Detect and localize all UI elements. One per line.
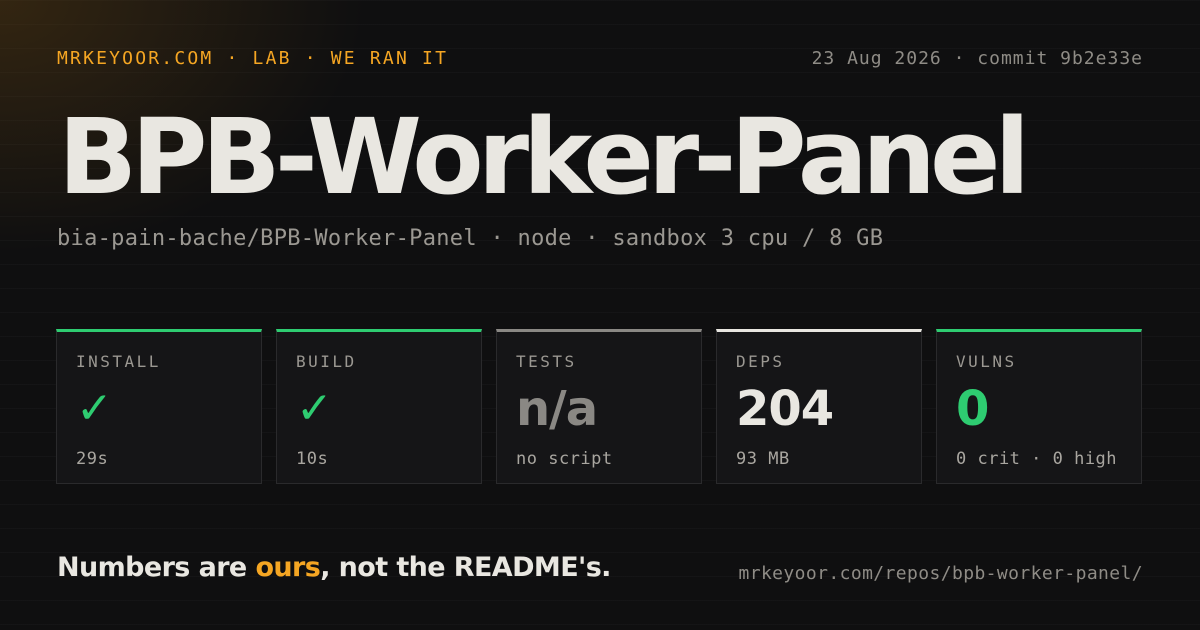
tagline-pre: Numbers are (57, 552, 256, 583)
stat-card-install: INSTALL ✓ 29s (56, 329, 262, 484)
stat-card-tests: TESTS n/a no script (496, 329, 702, 484)
stat-label: VULNS (956, 352, 1017, 371)
stat-label: INSTALL (76, 352, 161, 371)
stat-detail: 93 MB (736, 449, 790, 469)
stats-cards: INSTALL ✓ 29s BUILD ✓ 10s TESTS n/a no s… (56, 329, 1142, 484)
stat-value: 204 (736, 381, 834, 437)
stat-card-build: BUILD ✓ 10s (276, 329, 482, 484)
tagline-post: , not the README's. (320, 552, 611, 583)
stat-value: n/a (516, 381, 598, 437)
tagline: Numbers are ours, not the README's. (57, 552, 611, 583)
repo-subtitle: bia-pain-bache/BPB-Worker-Panel · node ·… (57, 226, 884, 251)
stat-detail: no script (516, 449, 613, 469)
repo-title: BPB-Worker-Panel (58, 96, 1030, 218)
checkmark-icon: ✓ (76, 383, 113, 434)
stat-label: BUILD (296, 352, 357, 371)
stat-detail: 29s (76, 449, 109, 469)
tagline-accent: ours (255, 552, 321, 583)
stat-detail: 0 crit · 0 high (956, 449, 1118, 469)
background (0, 0, 1200, 630)
date-commit-meta: 23 Aug 2026 · commit 9b2e33e (811, 48, 1143, 69)
checkmark-icon: ✓ (296, 383, 333, 434)
stat-detail: 10s (296, 449, 329, 469)
stat-card-vulns: VULNS 0 0 crit · 0 high (936, 329, 1142, 484)
brand-label: MRKEYOOR.COM · LAB · WE RAN IT (57, 48, 449, 69)
stat-label: DEPS (736, 352, 785, 371)
stat-card-deps: DEPS 204 93 MB (716, 329, 922, 484)
stat-value: 0 (956, 381, 989, 437)
repo-url: mrkeyoor.com/repos/bpb-worker-panel/ (738, 563, 1143, 584)
top-bar: MRKEYOOR.COM · LAB · WE RAN IT 23 Aug 20… (57, 48, 1143, 69)
stat-label: TESTS (516, 352, 577, 371)
